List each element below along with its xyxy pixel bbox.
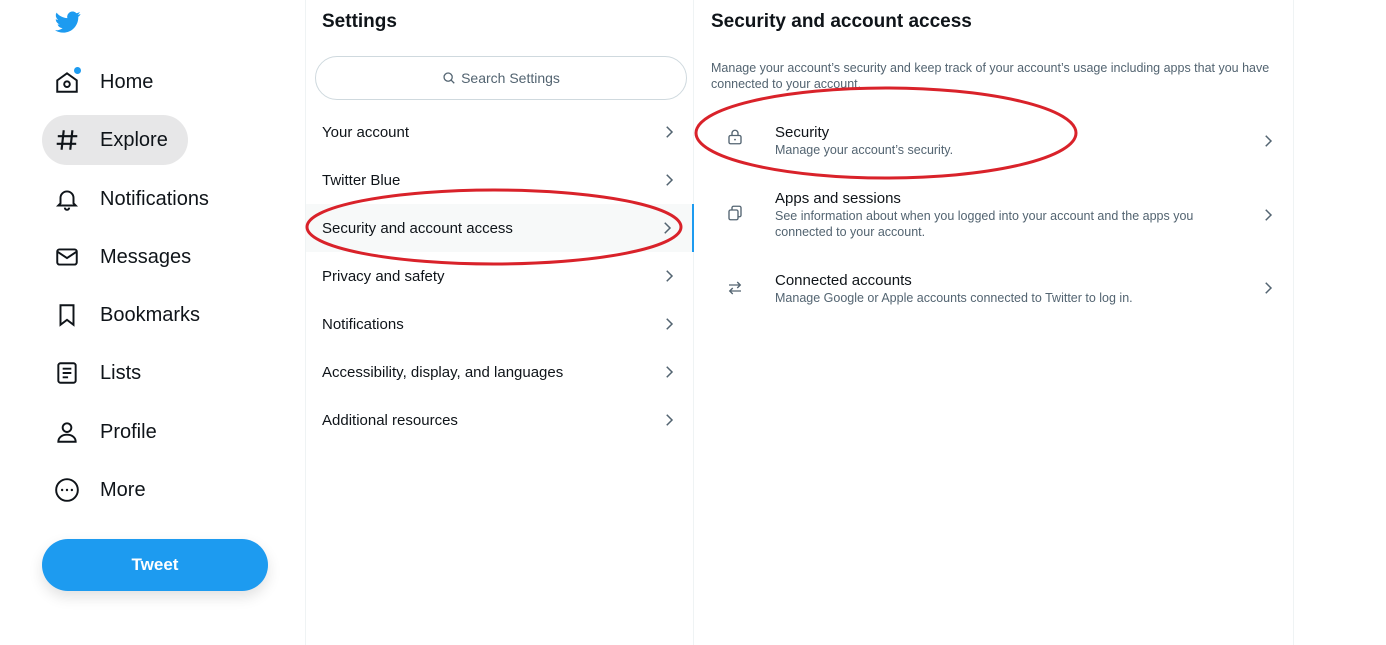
nav-profile[interactable]: Profile <box>42 407 177 457</box>
nav-label: More <box>100 478 146 501</box>
settings-item-additional-resources[interactable]: Additional resources <box>306 396 694 444</box>
settings-item-twitter-blue[interactable]: Twitter Blue <box>306 156 694 204</box>
swap-arrows-icon <box>728 281 742 295</box>
chevron-right-icon <box>1265 282 1273 294</box>
settings-item-label: Privacy and safety <box>322 267 445 285</box>
nav-home[interactable]: Home <box>42 57 173 107</box>
nav-messages[interactable]: Messages <box>42 232 211 282</box>
settings-item-label: Twitter Blue <box>322 171 401 189</box>
settings-item-label: Your account <box>322 123 410 141</box>
person-icon <box>52 417 82 447</box>
nav-label: Lists <box>100 361 142 384</box>
nav-notifications[interactable]: Notifications <box>42 174 229 224</box>
detail-item-security[interactable]: Security Manage your account’s security. <box>694 124 1293 158</box>
detail-item-label: Connected accounts <box>775 272 912 289</box>
nav-more[interactable]: More <box>42 465 166 515</box>
nav-label: Home <box>100 70 154 93</box>
nav-label: Notifications <box>100 187 209 210</box>
page-title: Settings <box>322 11 397 32</box>
chevron-right-icon <box>666 366 674 378</box>
settings-column: Settings Search Settings Your account Tw… <box>305 0 694 645</box>
detail-item-subtitle: Manage Google or Apple accounts connecte… <box>775 291 1133 305</box>
notification-dot <box>74 67 81 74</box>
detail-item-apps-and-sessions[interactable]: Apps and sessions See information about … <box>694 190 1293 240</box>
detail-item-connected-accounts[interactable]: Connected accounts Manage Google or Appl… <box>694 272 1293 306</box>
detail-column: Security and account access Manage your … <box>694 0 1294 645</box>
primary-nav: Home Explore Notifications Messages Book… <box>0 0 305 645</box>
nav-label: Bookmarks <box>100 303 201 326</box>
settings-item-label: Additional resources <box>322 411 458 429</box>
settings-item-privacy-and-safety[interactable]: Privacy and safety <box>306 252 694 300</box>
nav-label: Explore <box>100 128 168 151</box>
detail-item-subtitle: Manage your account’s security. <box>775 143 954 157</box>
chevron-right-icon <box>666 318 674 330</box>
detail-item-label: Apps and sessions <box>775 190 901 207</box>
chevron-right-icon <box>666 414 674 426</box>
chevron-right-icon <box>666 270 674 282</box>
detail-item-subtitle: See information about when you logged in… <box>775 209 1194 239</box>
chevron-right-icon <box>1265 135 1273 147</box>
envelope-icon <box>52 242 82 272</box>
settings-item-label: Accessibility, display, and languages <box>322 363 564 381</box>
search-icon <box>443 72 455 84</box>
settings-item-accessibility[interactable]: Accessibility, display, and languages <box>306 348 694 396</box>
nav-lists[interactable]: Lists <box>42 348 161 398</box>
chevron-right-icon <box>666 174 674 186</box>
nav-explore[interactable]: Explore <box>42 115 188 165</box>
bookmark-icon <box>52 300 82 330</box>
detail-title: Security and account access <box>711 11 972 32</box>
settings-item-notifications[interactable]: Notifications <box>306 300 694 348</box>
lock-icon <box>728 129 742 145</box>
settings-item-label: Notifications <box>322 315 404 333</box>
settings-item-your-account[interactable]: Your account <box>306 108 694 156</box>
chevron-right-icon <box>664 222 672 234</box>
detail-item-label: Security <box>775 124 830 141</box>
hashtag-icon <box>52 125 82 155</box>
chevron-right-icon <box>1265 209 1273 221</box>
copy-icon <box>728 205 742 221</box>
home-icon <box>52 67 82 97</box>
settings-item-label: Security and account access <box>322 219 513 237</box>
bell-icon <box>52 184 82 214</box>
chevron-right-icon <box>666 126 674 138</box>
nav-label: Profile <box>100 420 157 443</box>
more-circle-icon <box>52 475 82 505</box>
list-icon <box>52 358 82 388</box>
tweet-button[interactable]: Tweet <box>42 539 268 591</box>
nav-label: Messages <box>100 245 192 268</box>
detail-description: Manage your account’s security and keep … <box>711 61 1270 91</box>
search-settings-input[interactable]: Search Settings <box>315 56 687 100</box>
search-placeholder: Search Settings <box>461 70 560 86</box>
settings-item-security-and-account-access[interactable]: Security and account access <box>306 204 694 252</box>
twitter-bird-logo[interactable] <box>53 9 83 35</box>
nav-bookmarks[interactable]: Bookmarks <box>42 290 220 340</box>
